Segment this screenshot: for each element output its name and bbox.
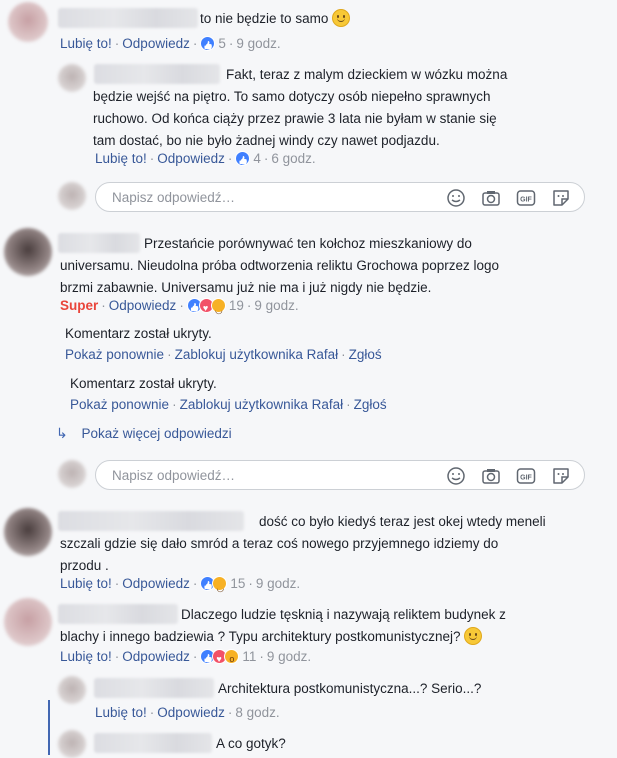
reply-button[interactable]: Odpowiedz <box>109 298 177 313</box>
gif-icon[interactable]: GIF <box>516 466 536 486</box>
sticker-icon[interactable] <box>551 466 571 486</box>
reply-input[interactable] <box>110 467 414 484</box>
avatar[interactable] <box>58 64 86 92</box>
sticker-icon[interactable] <box>551 188 571 208</box>
comment-text: to nie będzie to samo <box>200 8 351 30</box>
comment-actions: Super·Odpowiedz·19·9 godz. <box>60 297 299 319</box>
hidden-comment-notice: Komentarz został ukryty. <box>65 326 212 341</box>
report-link[interactable]: Zgłoś <box>349 347 382 362</box>
show-more-replies[interactable]: ↳ Pokaż więcej odpowiedzi <box>56 424 232 443</box>
timestamp[interactable]: 8 godz. <box>235 705 279 720</box>
reply-input[interactable] <box>110 189 414 206</box>
report-link[interactable]: Zgłoś <box>354 397 387 412</box>
comment-actions: Lubię to!·Odpowiedz·4·6 godz. <box>95 150 316 168</box>
reply-button[interactable]: Odpowiedz <box>157 705 225 720</box>
show-again-link[interactable]: Pokaż ponownie <box>70 397 169 412</box>
like-button[interactable]: Lubię to! <box>60 36 112 51</box>
smiley-icon[interactable] <box>446 188 466 208</box>
reply-button[interactable]: Odpowiedz <box>122 649 190 664</box>
avatar[interactable] <box>4 598 52 646</box>
reactions[interactable] <box>200 36 216 51</box>
timestamp[interactable]: 9 godz. <box>267 649 311 664</box>
svg-text:GIF: GIF <box>520 475 532 482</box>
svg-text:GIF: GIF <box>520 197 532 204</box>
avatar[interactable] <box>4 228 52 276</box>
camera-icon[interactable] <box>481 188 501 208</box>
haha-reaction-icon <box>212 576 228 597</box>
smile-emoji-icon <box>464 627 483 645</box>
gif-icon[interactable]: GIF <box>516 188 536 208</box>
timestamp[interactable]: 9 godz. <box>256 576 300 591</box>
like-reaction-icon <box>235 151 251 166</box>
like-button[interactable]: Lubię to! <box>95 705 147 720</box>
reactions[interactable] <box>235 151 251 166</box>
haha-reaction-icon <box>210 298 226 319</box>
commenter-name[interactable] <box>58 8 198 28</box>
avatar[interactable] <box>58 676 86 704</box>
timestamp[interactable]: 6 godz. <box>271 151 315 166</box>
comment-text: Przestańcie porównywać ten kołchoz miesz… <box>60 236 499 295</box>
block-user-link[interactable]: Zablokuj użytkownika Rafał <box>175 347 339 362</box>
smile-emoji-icon <box>332 9 351 27</box>
thread-highlight-line <box>48 700 50 755</box>
avatar[interactable] <box>4 508 52 556</box>
avatar[interactable] <box>8 2 48 42</box>
camera-icon[interactable] <box>481 466 501 486</box>
reply-box[interactable]: GIF <box>95 182 585 212</box>
block-user-link[interactable]: Zablokuj użytkownika Rafał <box>180 397 344 412</box>
comment-actions: Lubię to!·Odpowiedz·15·9 godz. <box>60 575 300 597</box>
reactions[interactable] <box>200 649 240 668</box>
like-reaction-icon <box>200 36 216 51</box>
like-button[interactable]: Lubię to! <box>60 576 112 591</box>
like-button[interactable]: Lubię to! <box>60 649 112 664</box>
reply-button[interactable]: Odpowiedz <box>122 576 190 591</box>
reply-arrow-icon: ↳ <box>56 425 68 441</box>
smiley-icon[interactable] <box>446 466 466 486</box>
reply-box[interactable]: GIF <box>95 460 585 490</box>
comment-actions: Lubię to! · Odpowiedz · 8 godz. <box>95 705 280 720</box>
reactions[interactable] <box>186 298 226 319</box>
hidden-comment-notice: Komentarz został ukryty. <box>70 376 217 391</box>
hidden-comment-actions: Pokaż ponownie · Zablokuj użytkownika Rafa… <box>70 397 387 412</box>
commenter-name[interactable] <box>94 678 214 698</box>
comment-text: Architektura postkomunistyczna...? Serio… <box>218 681 482 696</box>
comment-actions: Lubię to!·Odpowiedz·11·9 godz. <box>60 648 311 668</box>
avatar[interactable] <box>58 730 86 758</box>
reply-button[interactable]: Odpowiedz <box>122 36 190 51</box>
timestamp[interactable]: 9 godz. <box>254 298 298 313</box>
avatar <box>58 182 86 210</box>
comment-text: dość co było kiedyś teraz jest okej wted… <box>60 514 546 573</box>
hidden-comment-actions: Pokaż ponownie · Zablokuj użytkownika Rafa… <box>65 347 382 362</box>
comment-text: Dlaczego ludzie tęsknią i nazywają relik… <box>60 607 506 645</box>
like-button[interactable]: Lubię to! <box>95 151 147 166</box>
commenter-name[interactable] <box>94 733 212 753</box>
comment-actions: Lubię to!·Odpowiedz·5·9 godz. <box>60 35 281 53</box>
super-reaction-button[interactable]: Super <box>60 298 98 313</box>
reply-button[interactable]: Odpowiedz <box>157 151 225 166</box>
comment-text: Fakt, teraz z malym dzieckiem w wózku mo… <box>93 67 508 148</box>
comment-text: A co gotyk? <box>216 736 286 751</box>
show-again-link[interactable]: Pokaż ponownie <box>65 347 164 362</box>
reactions[interactable] <box>200 576 228 597</box>
avatar <box>58 460 86 488</box>
wow-reaction-icon <box>224 649 240 668</box>
timestamp[interactable]: 9 godz. <box>236 36 280 51</box>
